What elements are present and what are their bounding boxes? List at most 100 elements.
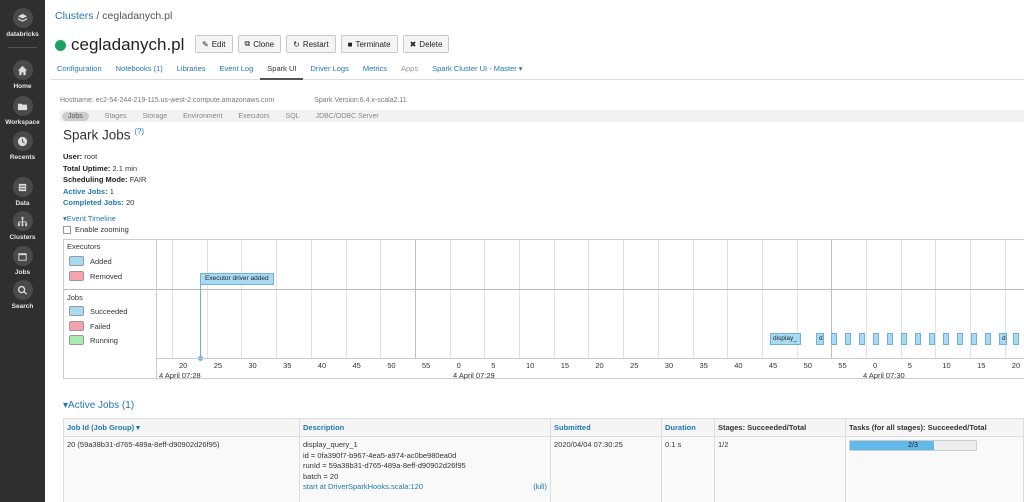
kill-link[interactable]: (kill) bbox=[533, 482, 547, 493]
axis-tick: 5 bbox=[491, 361, 496, 370]
table-header-row: Job Id (Job Group) ▾ Description Submitt… bbox=[63, 418, 1024, 437]
delete-button[interactable]: ✖ Delete bbox=[402, 35, 450, 53]
spark-nav-storage[interactable]: Storage bbox=[143, 113, 168, 120]
sidebar-item-search[interactable]: Search bbox=[0, 280, 45, 310]
tab-notebooks[interactable]: Notebooks (1) bbox=[109, 58, 170, 80]
col-description[interactable]: Description bbox=[299, 418, 551, 437]
event-timeline-toggle[interactable]: ▾Event Timeline bbox=[63, 214, 116, 223]
spark-nav-environment[interactable]: Environment bbox=[183, 113, 222, 120]
clone-button[interactable]: ⧉ Clone bbox=[237, 35, 282, 53]
job-description-link[interactable]: start at DriverSparkHooks.scala:120 bbox=[303, 482, 423, 491]
executor-driver-added-event[interactable]: Executor driver added bbox=[200, 273, 274, 285]
axis-date-0730: 4 April 07:30 bbox=[863, 371, 905, 380]
tab-libraries[interactable]: Libraries bbox=[170, 58, 213, 80]
tab-spark-ui[interactable]: Spark UI bbox=[260, 58, 304, 80]
tab-event-log[interactable]: Event Log bbox=[213, 58, 261, 80]
restart-button[interactable]: ↻ Restart bbox=[286, 35, 336, 53]
home-icon bbox=[12, 60, 33, 80]
desc-line: batch = 20 bbox=[303, 471, 339, 481]
tab-apps[interactable]: Apps bbox=[394, 58, 425, 80]
help-link[interactable]: (?) bbox=[134, 127, 144, 136]
clone-button-label: Clone bbox=[253, 39, 275, 49]
axis-tick: 45 bbox=[352, 361, 361, 370]
timeline-axis: 4 April 07:28 4 April 07:29 4 April 07:3… bbox=[157, 358, 1024, 380]
brand-logo[interactable]: databricks bbox=[0, 8, 45, 38]
spark-nav-executors[interactable]: Executors bbox=[238, 113, 269, 120]
cluster-actions: ✎ Edit ⧉ Clone ↻ Restart ■ Terminate ✖ Delete bbox=[195, 35, 454, 53]
job-bar[interactable]: display_ bbox=[770, 333, 801, 345]
spark-nav-stages[interactable]: Stages bbox=[105, 113, 127, 120]
job-bar[interactable] bbox=[929, 333, 935, 345]
legend-failed-swatch bbox=[69, 321, 84, 331]
sidebar-item-label: Clusters bbox=[9, 234, 36, 241]
legend-running-swatch bbox=[69, 335, 84, 345]
axis-tick: 50 bbox=[803, 361, 812, 370]
job-bar[interactable] bbox=[943, 333, 949, 345]
summary-active-jobs[interactable]: Active Jobs: 1 bbox=[63, 186, 146, 198]
axis-tick: 15 bbox=[977, 361, 986, 370]
cluster-header: cegladanych.pl bbox=[55, 35, 184, 55]
job-bar[interactable] bbox=[901, 333, 907, 345]
col-submitted[interactable]: Submitted bbox=[550, 418, 662, 437]
tab-spark-cluster-ui-dropdown[interactable]: Spark Cluster UI - Master ▾ bbox=[425, 58, 529, 80]
calendar-icon bbox=[12, 246, 33, 266]
col-tasks: Tasks (for all stages): Succeeded/Total bbox=[845, 418, 1024, 437]
legend-removed: Removed bbox=[69, 271, 122, 281]
edit-button[interactable]: ✎ Edit bbox=[195, 35, 233, 53]
job-bar[interactable]: d bbox=[816, 333, 824, 345]
sidebar-item-data[interactable]: Data bbox=[0, 177, 45, 207]
sidebar-item-home[interactable]: Home bbox=[0, 60, 45, 90]
job-bar[interactable]: d bbox=[999, 333, 1007, 345]
active-jobs-toggle[interactable]: ▾Active Jobs (1) bbox=[63, 400, 134, 411]
spark-nav-jobs[interactable]: Jobs bbox=[62, 111, 89, 121]
clock-icon bbox=[12, 131, 33, 151]
axis-tick: 20 bbox=[1011, 361, 1021, 370]
job-bar[interactable] bbox=[1013, 333, 1019, 345]
sidebar-item-recents[interactable]: Recents bbox=[0, 131, 45, 161]
spark-nav-jdbc[interactable]: JDBC/ODBC Server bbox=[316, 113, 379, 120]
axis-date-0729: 4 April 07:29 bbox=[453, 371, 495, 380]
axis-tick: 20 bbox=[179, 361, 188, 370]
database-icon bbox=[12, 177, 33, 197]
summary-completed-jobs[interactable]: Completed Jobs: 20 bbox=[63, 197, 146, 209]
breadcrumb-clusters-link[interactable]: Clusters bbox=[55, 10, 94, 22]
job-bar[interactable] bbox=[859, 333, 865, 345]
databricks-app: databricks Home Workspace Recents Data C… bbox=[0, 0, 1024, 502]
sidebar-item-workspace[interactable]: Workspace bbox=[0, 96, 45, 126]
col-duration[interactable]: Duration bbox=[661, 418, 715, 437]
job-bar[interactable] bbox=[957, 333, 963, 345]
axis-tick: 45 bbox=[768, 361, 778, 370]
job-bar[interactable] bbox=[887, 333, 893, 345]
left-sidebar: databricks Home Workspace Recents Data C… bbox=[0, 0, 45, 502]
axis-tick: 55 bbox=[421, 361, 431, 370]
job-bar[interactable] bbox=[971, 333, 977, 345]
tab-driver-logs[interactable]: Driver Logs bbox=[303, 58, 355, 80]
sidebar-item-jobs[interactable]: Jobs bbox=[0, 246, 45, 276]
enable-zooming-checkbox[interactable] bbox=[63, 225, 71, 234]
edit-icon: ✎ bbox=[202, 39, 209, 49]
job-bar[interactable] bbox=[873, 333, 879, 345]
job-bar[interactable] bbox=[831, 333, 837, 345]
job-bar[interactable] bbox=[985, 333, 991, 345]
col-job-id[interactable]: Job Id (Job Group) ▾ bbox=[63, 418, 300, 437]
summary-user: User: root bbox=[63, 152, 98, 161]
enable-zooming-row[interactable]: Enable zooming bbox=[63, 225, 129, 234]
spark-jobs-heading: Spark Jobs (?) bbox=[63, 127, 1024, 143]
tab-configuration[interactable]: Configuration bbox=[50, 58, 109, 80]
spark-nav-sql[interactable]: SQL bbox=[286, 113, 300, 120]
sidebar-item-label: Workspace bbox=[5, 119, 40, 126]
terminate-button[interactable]: ■ Terminate bbox=[340, 35, 398, 53]
jobs-summary: User: root Total Uptime: 2.1 min Schedul… bbox=[63, 151, 146, 209]
event-timeline[interactable]: Executors Added Removed Jobs Succeeded F… bbox=[63, 239, 1024, 380]
sidebar-item-clusters[interactable]: Clusters bbox=[0, 211, 45, 241]
delete-button-label: Delete bbox=[419, 39, 443, 49]
executors-title: Executors bbox=[67, 242, 101, 251]
job-bar[interactable] bbox=[915, 333, 921, 345]
job-bar[interactable] bbox=[845, 333, 851, 345]
clone-icon: ⧉ bbox=[244, 39, 251, 48]
cluster-tabs: Configuration Notebooks (1) Libraries Ev… bbox=[50, 58, 1024, 80]
hostname-text: Hostname: ec2-54-244-219-115.us-west-2.c… bbox=[60, 97, 275, 104]
tab-metrics[interactable]: Metrics bbox=[356, 58, 394, 80]
summary-scheduling: Scheduling Mode: FAIR bbox=[63, 175, 147, 184]
legend-added: Added bbox=[69, 256, 112, 266]
